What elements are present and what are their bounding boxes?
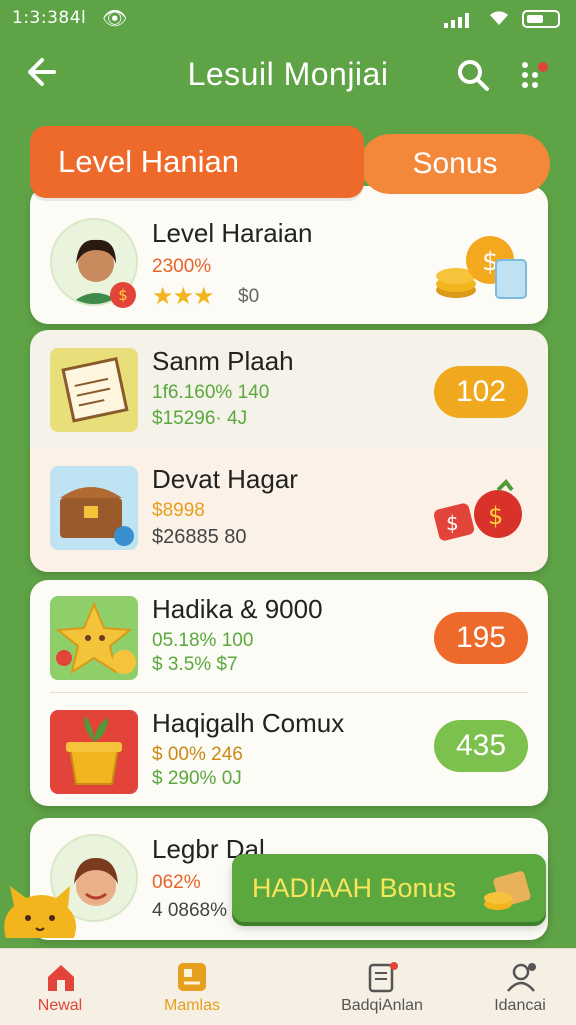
tab-bar: Level Hanian Sonus [30,126,550,198]
list-card: Sanm Plaah 1f6.160% 140 $15296· 4J 102 D… [30,330,548,572]
home-icon [48,965,74,991]
notification-dot [538,62,548,72]
bonus-button-label: HADIAAH Bonus [252,872,457,903]
hadiah-bonus-button[interactable]: HADIAAH Bonus [232,854,546,922]
list-item[interactable]: Sanm Plaah 1f6.160% 140 $15296· 4J 102 [30,330,548,448]
signal-icon [444,12,469,28]
list-item[interactable]: Haqigalh Comux $ 00% 246 $ 290% 0J 435 [30,692,548,806]
list-card: Hadika & 9000 05.18% 100 $ 3.5% $7 195 H… [30,580,548,806]
nav-label: BadqiAnlan [341,997,423,1014]
count-badge[interactable]: 195 [434,612,528,664]
nav-item-badqianlan[interactable]: BadqiAnlan [322,949,442,1025]
svg-text:$: $ [446,511,459,535]
wifi-icon [486,5,512,32]
rating-stars: ★★★ [152,282,215,310]
item-stat-2: $ 3.5% $7 [152,654,238,675]
nav-item-newal[interactable]: Newal [0,949,120,1025]
tab-sonus[interactable]: Sonus [360,134,550,194]
cat-mascot-icon [0,878,84,952]
nav-item-mamlas[interactable]: Mamlas [132,949,252,1025]
svg-text:$: $ [488,502,503,530]
featured-percent: 2300% [152,256,212,277]
eye-icon: 👁 [102,6,128,30]
status-time: 1:3:384l [12,8,87,28]
book-icon [50,348,138,432]
app-bar: Lesuil Monjiai [0,46,576,110]
item-stat-1: 05.18% 100 [152,630,254,651]
item-stat-1: 062% [152,872,201,893]
nav-label: Newal [37,997,83,1014]
search-icon[interactable] [456,58,490,96]
battery-icon [522,10,560,28]
profile-icon [507,963,536,992]
count-badge[interactable]: 435 [434,720,528,772]
document-edit-icon [368,962,398,993]
nav-label: Idancai [494,997,546,1014]
coin-bag-icon [482,864,532,921]
item-name: Haqigalh Comux [152,708,345,738]
item-name: Hadika & 9000 [152,594,323,624]
grid-card-icon [178,963,206,991]
gold-coins-icon: $ [434,226,532,310]
tab-level-hanian[interactable]: Level Hanian [30,126,364,198]
red-gift-icon: $ $ [432,478,532,552]
item-name: Sanm Plaah [152,346,294,376]
status-bar: 1:3:384l 👁 [0,0,576,40]
list-item[interactable]: Hadika & 9000 05.18% 100 $ 3.5% $7 195 [30,580,548,692]
nav-item-idancai[interactable]: Idancai [460,949,576,1025]
treasure-chest-icon [50,466,138,550]
nav-label: Mamlas [163,997,220,1014]
item-stat-2: $26885 80 [152,526,247,548]
item-stat-1: 1f6.160% 140 [152,382,270,403]
featured-card[interactable]: $ Level Haraian 2300% ★★★ $0 $ [30,186,548,324]
item-name: Devat Hagar [152,464,298,494]
item-stat-2: $ 290% 0J [152,768,242,789]
coin-badge-icon: $ [110,282,136,308]
featured-name: Level Haraian [152,218,313,248]
potted-plant-icon [50,710,138,794]
item-stat-2: 4 0868% [152,900,228,921]
item-stat-1: $ 00% 246 [152,744,243,765]
item-stat-1: $8998 [152,500,205,521]
count-badge[interactable]: 102 [434,366,528,418]
list-item[interactable]: Devat Hagar $8998 $26885 80 $ $ [30,448,548,572]
item-stat-2: $15296· 4J [152,408,248,429]
star-character-icon [50,596,138,680]
more-menu-icon[interactable] [520,58,550,92]
bottom-navigation: Newal Mamlas BadqiAnlan Idancai [0,948,576,1025]
rating-note: $0 [238,286,260,307]
